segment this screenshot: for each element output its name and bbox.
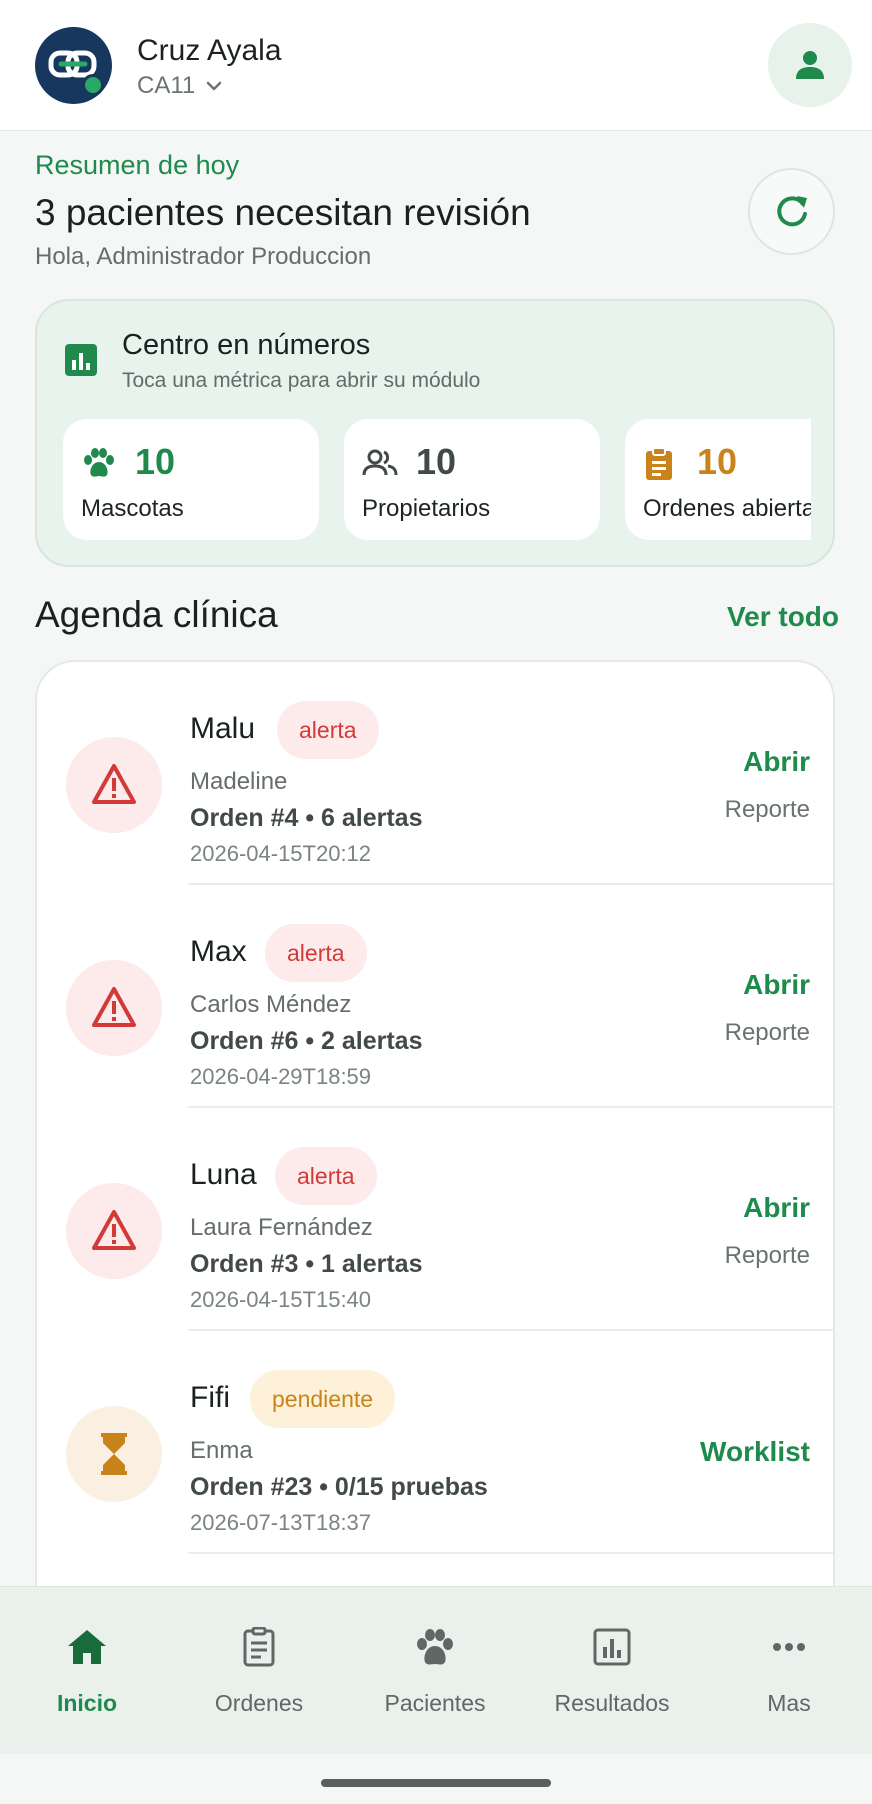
pet-name: Luna	[190, 1158, 257, 1191]
order-info: Orden #23 • 0/15 pruebas	[190, 1473, 488, 1501]
status-badge: alerta	[265, 924, 367, 982]
nav-item-ordenes[interactable]: Ordenes	[172, 1587, 346, 1755]
owner-name: Enma	[190, 1437, 253, 1464]
nav-item-mas[interactable]: Mas	[702, 1587, 872, 1755]
profile-button[interactable]	[768, 23, 852, 107]
order-info: Orden #4 • 6 alertas	[190, 804, 423, 832]
nav-label: Pacientes	[384, 1690, 486, 1716]
order-info: Orden #6 • 2 alertas	[190, 1027, 423, 1055]
metrics-row: 10 Mascotas 10 Propietarios 10 Ordenes a…	[63, 419, 811, 541]
nav-item-resultados[interactable]: Resultados	[525, 1587, 699, 1755]
nav-label: Resultados	[554, 1690, 670, 1716]
metrics-subtitle: Toca una métrica para abrir su módulo	[122, 369, 481, 392]
metric-value: 10	[416, 441, 457, 482]
bottom-navigation: Inicio Ordenes Pacientes Resultados Mas	[0, 1586, 872, 1754]
metric-label: Mascotas	[81, 495, 184, 522]
refresh-icon	[777, 196, 807, 227]
clipboard-icon	[646, 447, 672, 480]
row-divider	[188, 1552, 833, 1554]
status-indicator	[66, 960, 162, 1056]
metric-label: Propietarios	[362, 495, 491, 522]
report-link[interactable]: Reporte	[725, 1019, 810, 1047]
greeting-text: Hola, Administrador Produccion	[35, 243, 372, 270]
status-indicator	[66, 1183, 162, 1279]
clinic-logo[interactable]	[35, 27, 112, 104]
clinic-selector[interactable]: CA11	[137, 72, 223, 100]
app-header: Cruz Ayala CA11	[0, 0, 872, 131]
order-date: 2026-04-29T18:59	[190, 1064, 372, 1089]
refresh-button[interactable]	[748, 168, 835, 255]
agenda-row[interactable]: Malu alerta Madeline Orden #4 • 6 alerta…	[37, 662, 833, 885]
order-date: 2026-07-13T18:37	[190, 1510, 372, 1535]
owner-name: Carlos Méndez	[190, 991, 352, 1018]
clipboard-icon	[243, 1627, 275, 1667]
report-link[interactable]: Reporte	[725, 1242, 810, 1270]
owner-name: Laura Fernández	[190, 1214, 373, 1241]
metric-value: 10	[697, 441, 738, 482]
warning-icon	[92, 764, 136, 804]
hourglass-icon	[101, 1433, 127, 1475]
warning-icon	[92, 1210, 136, 1250]
pet-name: Max	[190, 935, 247, 968]
order-info: Orden #3 • 1 alertas	[190, 1250, 423, 1278]
open-button[interactable]: Abrir	[743, 969, 810, 1001]
metric-mascotas[interactable]: 10 Mascotas	[63, 419, 319, 540]
open-button[interactable]: Abrir	[743, 746, 810, 778]
chart-icon	[593, 1628, 631, 1666]
open-button[interactable]: Abrir	[743, 1192, 810, 1224]
status-badge: alerta	[277, 701, 379, 759]
pet-name: Fifi	[190, 1381, 230, 1414]
metric-propietarios[interactable]: 10 Propietarios	[344, 419, 600, 540]
clinic-code: CA11	[137, 72, 196, 99]
more-icon	[773, 1643, 805, 1651]
agenda-row[interactable]: Luna alerta Laura Fernández Orden #3 • 1…	[37, 1108, 833, 1331]
see-all-link[interactable]: Ver todo	[727, 601, 839, 633]
clinic-name: Cruz Ayala	[137, 34, 282, 67]
nav-label: Mas	[767, 1690, 811, 1716]
worklist-button[interactable]: Worklist	[700, 1436, 810, 1468]
status-indicator	[66, 737, 162, 833]
status-badge: pendiente	[250, 1370, 396, 1428]
nav-label: Inicio	[56, 1690, 118, 1716]
order-date: 2026-04-15T15:40	[190, 1287, 372, 1312]
nav-item-inicio[interactable]: Inicio	[0, 1587, 174, 1755]
order-date: 2026-04-15T20:12	[190, 841, 372, 866]
people-icon	[362, 449, 398, 476]
paw-icon	[417, 1629, 453, 1665]
metrics-title: Centro en números	[122, 329, 371, 361]
agenda-row[interactable]: Fifi pendiente Enma Orden #23 • 0/15 pru…	[37, 1331, 833, 1554]
metrics-card: Centro en números Toca una métrica para …	[35, 299, 835, 567]
status-badge: alerta	[275, 1147, 377, 1205]
metric-ordenes-abiertas[interactable]: 10 Ordenes abiertas	[625, 419, 811, 540]
agenda-title: Agenda clínica	[35, 594, 278, 635]
nav-item-pacientes[interactable]: Pacientes	[348, 1587, 522, 1755]
home-indicator[interactable]	[321, 1779, 551, 1787]
summary-label: Resumen de hoy	[35, 150, 240, 180]
home-icon	[68, 1630, 106, 1664]
agenda-list: Malu alerta Madeline Orden #4 • 6 alerta…	[35, 660, 835, 1660]
bar-chart-icon	[65, 344, 97, 376]
online-status-dot	[82, 74, 104, 96]
report-link[interactable]: Reporte	[725, 796, 810, 824]
warning-icon	[92, 987, 136, 1027]
metric-label: Ordenes abiertas	[643, 495, 811, 522]
summary-title: 3 pacientes necesitan revisión	[35, 192, 531, 233]
pet-name: Malu	[190, 712, 256, 745]
user-icon	[796, 51, 824, 79]
status-indicator	[66, 1406, 162, 1502]
owner-name: Madeline	[190, 768, 288, 795]
metric-value: 10	[135, 441, 176, 482]
chevron-down-icon	[207, 81, 222, 91]
paw-icon	[84, 448, 114, 477]
nav-label: Ordenes	[214, 1690, 304, 1716]
agenda-row[interactable]: Max alerta Carlos Méndez Orden #6 • 2 al…	[37, 885, 833, 1108]
